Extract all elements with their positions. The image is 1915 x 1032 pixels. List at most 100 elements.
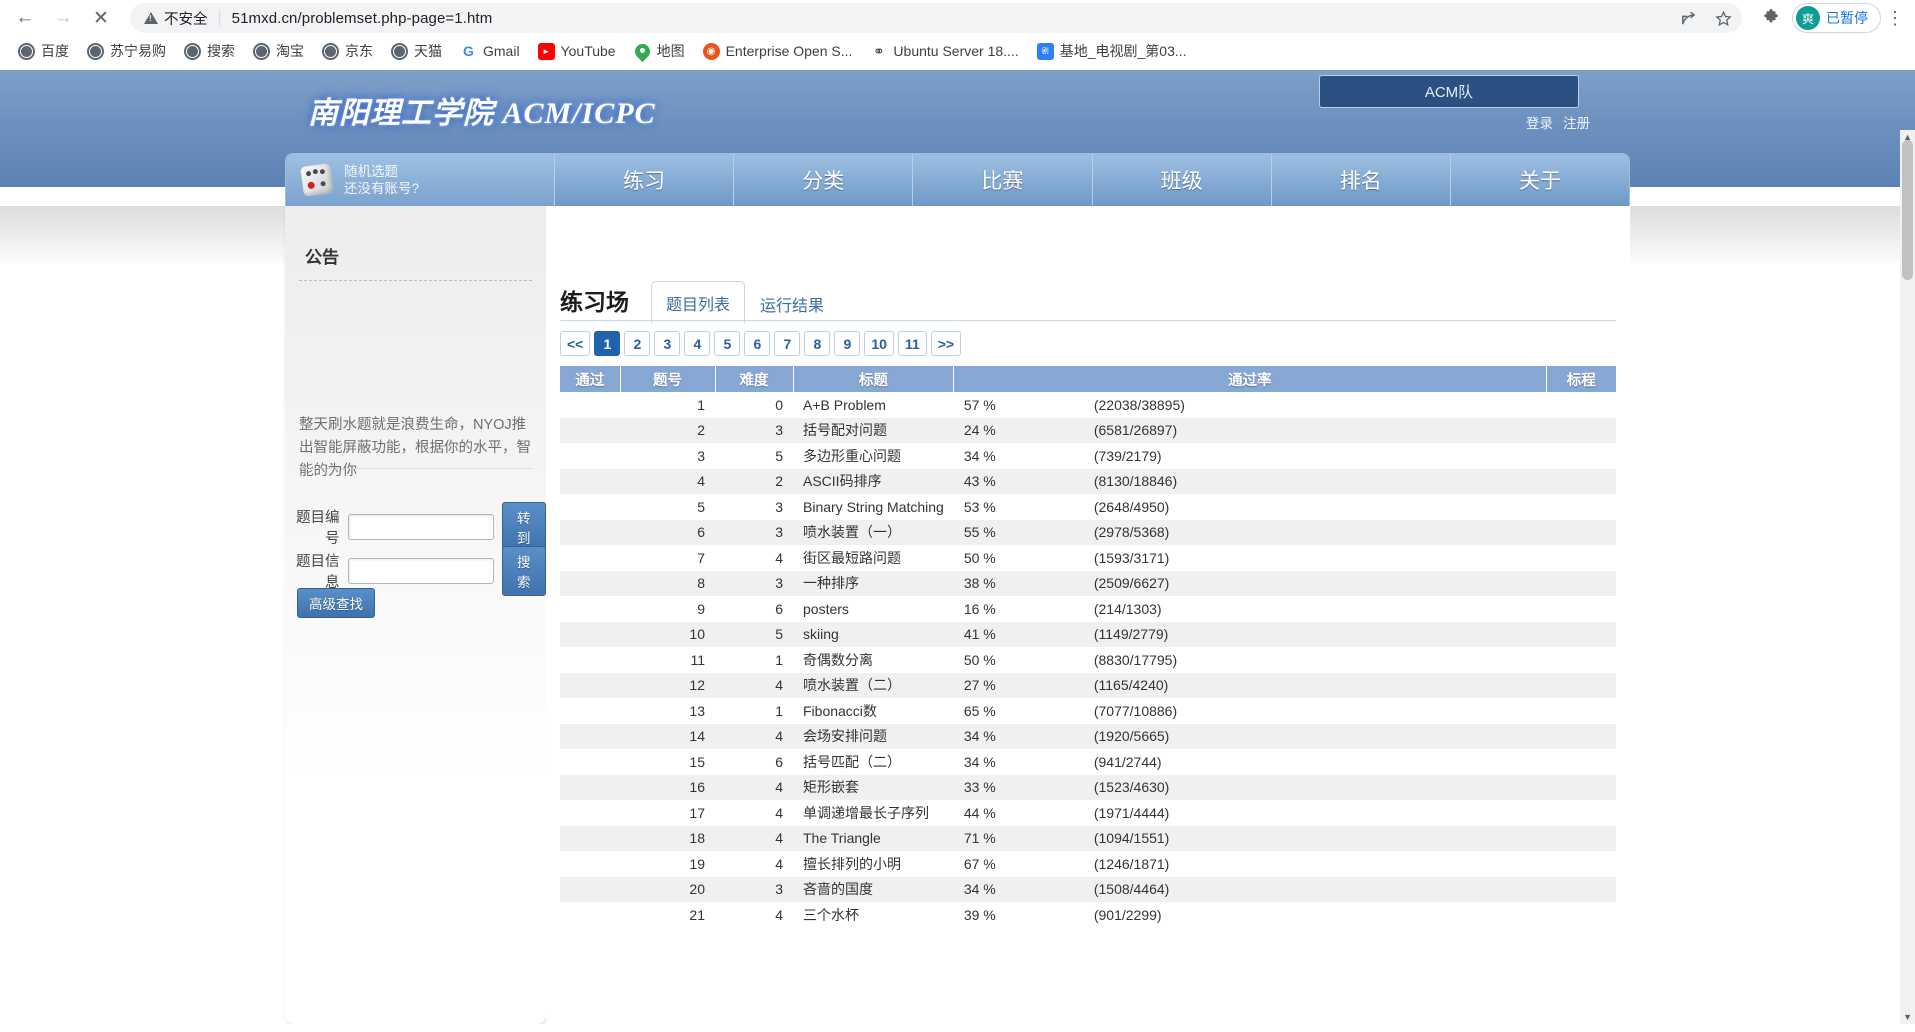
back-arrow-icon[interactable]: ←	[8, 1, 42, 35]
cell-title[interactable]: 括号配对问题	[793, 418, 954, 444]
problem-link[interactable]: 括号匹配（二）	[803, 754, 901, 770]
cell-title[interactable]: 一种排序	[793, 571, 954, 597]
nav-item-class[interactable]: 班级	[1092, 154, 1272, 206]
cell-title[interactable]: ASCII码排序	[793, 469, 954, 495]
table-row[interactable]: 13 1 Fibonacci数 65 % (7077/10886)	[560, 698, 1616, 724]
problem-link[interactable]: 奇偶数分离	[803, 652, 873, 668]
star-icon[interactable]	[1715, 10, 1732, 27]
cell-title[interactable]: 街区最短路问题	[793, 545, 954, 571]
bookmark-item[interactable]: ◉ Enterprise Open S...	[697, 40, 859, 63]
cell-title[interactable]: A+B Problem	[793, 392, 954, 418]
problem-link[interactable]: 多边形重心问题	[803, 448, 901, 464]
problem-link[interactable]: 单调递增最长子序列	[803, 805, 929, 821]
problem-link[interactable]: posters	[803, 601, 849, 617]
profile-pill[interactable]: 爽 已暂停	[1792, 3, 1881, 33]
register-link[interactable]: 注册	[1563, 112, 1590, 132]
stop-icon[interactable]: ✕	[84, 1, 118, 35]
table-row[interactable]: 16 4 矩形嵌套 33 % (1523/4630)	[560, 774, 1616, 801]
table-row[interactable]: 14 4 会场安排问题 34 % (1920/5665)	[560, 723, 1616, 750]
problem-id-input[interactable]	[347, 514, 494, 540]
nav-item-about[interactable]: 关于	[1450, 154, 1629, 206]
table-row[interactable]: 2 3 括号配对问题 24 % (6581/26897)	[560, 417, 1616, 444]
cell-title[interactable]: 奇偶数分离	[793, 647, 954, 673]
cell-title[interactable]: 吝啬的国度	[793, 877, 954, 903]
problem-link[interactable]: 会场安排问题	[803, 728, 887, 744]
table-row[interactable]: 9 6 posters 16 % (214/1303)	[560, 596, 1616, 622]
bookmark-item[interactable]: 搜索	[178, 38, 241, 64]
share-icon[interactable]	[1680, 10, 1697, 27]
col-id[interactable]: 题号	[620, 366, 716, 392]
problem-link[interactable]: 擅长排列的小明	[803, 856, 901, 872]
cell-title[interactable]: 擅长排列的小明	[793, 851, 954, 877]
security-indicator[interactable]: 不安全	[144, 8, 208, 29]
bookmark-item[interactable]: 京东	[316, 38, 379, 64]
advanced-search-button[interactable]: 高级查找	[297, 588, 375, 618]
cell-title[interactable]: 喷水装置（一）	[793, 520, 954, 546]
problem-link[interactable]: 三个水杯	[803, 907, 859, 923]
nav-item-ranking[interactable]: 排名	[1271, 154, 1451, 206]
cell-title[interactable]: 括号匹配（二）	[793, 749, 954, 775]
page-button-11[interactable]: 11	[897, 331, 927, 356]
col-title[interactable]: 标题	[793, 366, 955, 392]
page-button-7[interactable]: 7	[774, 331, 801, 356]
page-button-5[interactable]: 5	[714, 331, 741, 356]
nav-item-practice[interactable]: 练习	[555, 154, 735, 206]
problem-link[interactable]: 街区最短路问题	[803, 550, 901, 566]
col-rate[interactable]: 通过率	[953, 366, 1547, 392]
problem-link[interactable]: skiing	[803, 626, 839, 642]
problem-link[interactable]: A+B Problem	[803, 397, 886, 413]
cell-title[interactable]: The Triangle	[793, 826, 954, 852]
problem-link[interactable]: 吝啬的国度	[803, 881, 873, 897]
cell-title[interactable]: 会场安排问题	[793, 724, 954, 750]
problem-link[interactable]: Fibonacci数	[803, 703, 877, 719]
bookmark-item[interactable]: G Gmail	[454, 40, 526, 63]
page-next-button[interactable]: >>	[930, 331, 962, 356]
col-pass[interactable]: 通过	[560, 366, 621, 392]
nav-item-contest[interactable]: 比赛	[913, 154, 1093, 206]
cell-title[interactable]: 喷水装置（二）	[793, 673, 954, 699]
bookmark-item[interactable]: 剧基地_电视剧_第03...	[1031, 38, 1193, 64]
tab-problem-list[interactable]: 题目列表	[651, 281, 746, 324]
page-button-3[interactable]: 3	[654, 331, 681, 356]
browser-menu-icon[interactable]: ⋮	[1885, 9, 1905, 27]
address-bar[interactable]: 不安全 | 51mxd.cn/problemset.php-page=1.htm	[130, 3, 1742, 33]
table-row[interactable]: 18 4 The Triangle 71 % (1094/1551)	[560, 825, 1616, 852]
page-button-1[interactable]: 1	[594, 331, 621, 356]
nav-item-category[interactable]: 分类	[734, 154, 914, 206]
problem-link[interactable]: 喷水装置（一）	[803, 524, 901, 540]
table-row[interactable]: 5 3 Binary String Matching 53 % (2648/4950)	[560, 494, 1616, 520]
table-row[interactable]: 6 3 喷水装置（一） 55 % (2978/5368)	[560, 519, 1616, 546]
table-row[interactable]: 3 5 多边形重心问题 34 % (739/2179)	[560, 443, 1616, 469]
team-banner[interactable]: ACM队	[1319, 75, 1579, 108]
col-difficulty[interactable]: 难度	[715, 366, 794, 392]
tab-run-results[interactable]: 运行结果	[745, 282, 839, 324]
cell-title[interactable]: 多边形重心问题	[793, 443, 954, 469]
cell-title[interactable]: 单调递增最长子序列	[793, 800, 954, 826]
page-button-9[interactable]: 9	[834, 331, 861, 356]
forward-arrow-icon[interactable]: →	[46, 1, 80, 35]
cell-title[interactable]: 矩形嵌套	[793, 775, 954, 801]
table-row[interactable]: 11 1 奇偶数分离 50 % (8830/17795)	[560, 647, 1616, 673]
bookmark-item[interactable]: 淘宝	[247, 38, 310, 64]
table-row[interactable]: 21 4 三个水杯 39 % (901/2299)	[560, 902, 1616, 928]
cell-title[interactable]: 三个水杯	[793, 902, 954, 928]
page-button-8[interactable]: 8	[804, 331, 831, 356]
table-row[interactable]: 20 3 吝啬的国度 34 % (1508/4464)	[560, 876, 1616, 903]
page-button-6[interactable]: 6	[744, 331, 771, 356]
cell-title[interactable]: Fibonacci数	[793, 698, 954, 724]
bookmark-item[interactable]: 地图	[628, 38, 691, 64]
problem-link[interactable]: Binary String Matching	[803, 499, 944, 515]
cell-title[interactable]: posters	[793, 596, 954, 622]
table-row[interactable]: 12 4 喷水装置（二） 27 % (1165/4240)	[560, 672, 1616, 699]
problem-link[interactable]: 矩形嵌套	[803, 779, 859, 795]
problem-link[interactable]: The Triangle	[803, 830, 881, 846]
problem-link[interactable]: 括号配对问题	[803, 422, 887, 438]
cell-title[interactable]: Binary String Matching	[793, 494, 954, 520]
page-scrollbar[interactable]: ▲ ▼	[1900, 130, 1915, 1024]
login-link[interactable]: 登录	[1526, 112, 1553, 132]
bookmark-item[interactable]: 天猫	[385, 38, 448, 64]
problem-link[interactable]: ASCII码排序	[803, 473, 882, 489]
bookmark-item[interactable]: 苏宁易购	[81, 38, 172, 64]
problem-link[interactable]: 喷水装置（二）	[803, 677, 901, 693]
table-row[interactable]: 19 4 擅长排列的小明 67 % (1246/1871)	[560, 851, 1616, 877]
